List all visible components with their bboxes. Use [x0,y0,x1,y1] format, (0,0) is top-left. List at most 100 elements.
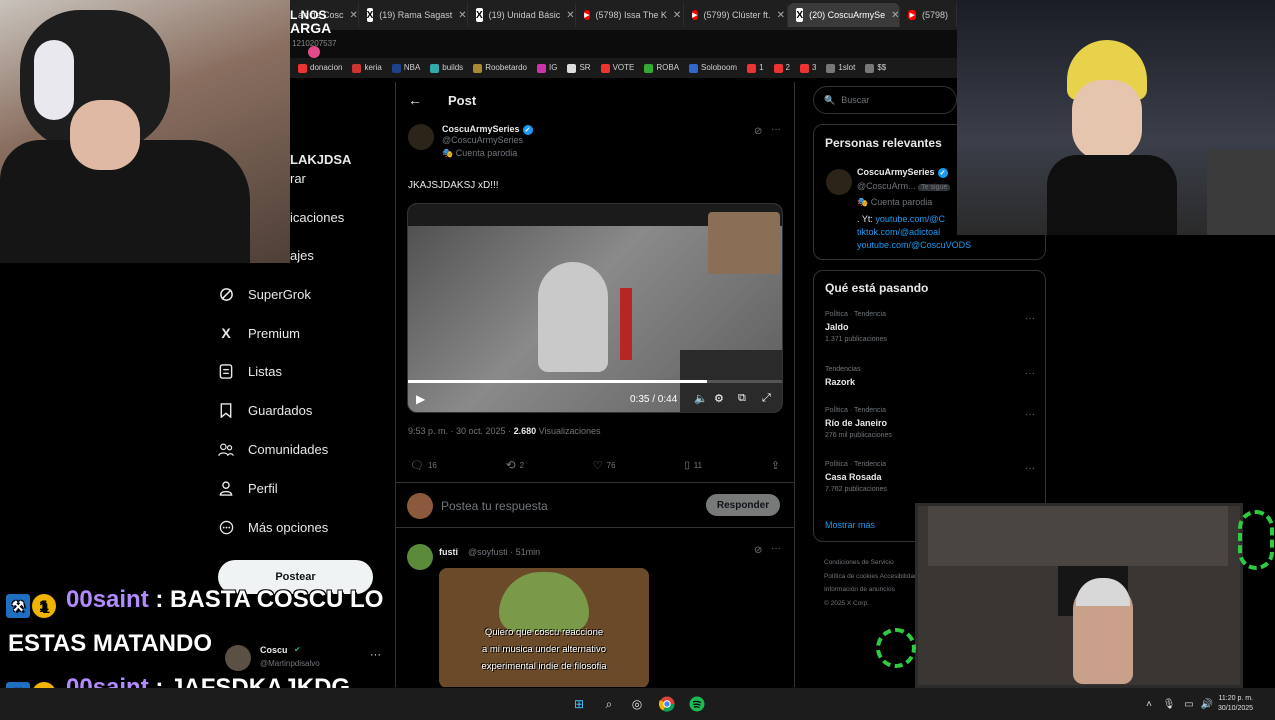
close-icon[interactable]: ✕ [673,10,681,21]
guest-webcam-right [957,0,1275,235]
author-handle[interactable]: @CoscuArmySeries [442,135,533,145]
windows-start-icon[interactable]: ⊞ [570,695,588,713]
grok-icon[interactable]: ⊘ [754,126,762,137]
avatar[interactable] [407,544,433,570]
bio-link[interactable]: tiktok.com/@adictoal [857,226,971,239]
post-timestamp[interactable]: 9:53 p. m. · 30 oct. 2025 · [408,426,511,436]
browser-tab[interactable]: ▶ (5798) [900,3,957,27]
more-icon[interactable]: ··· [1025,313,1035,324]
reply-input[interactable]: Postea tu respuesta [441,499,548,513]
author-handle[interactable]: @soyfusti · 51min [468,547,540,557]
spotify-icon[interactable] [688,695,706,713]
browser-tab[interactable]: ▶ (5799) Clúster ft. ✕ [684,3,789,27]
picture-in-picture-icon[interactable]: ⧉ [738,392,746,405]
nav-item-comunidades[interactable]: Comunidades [218,430,393,469]
footer-link[interactable]: Información de anuncios [824,583,924,597]
chevron-up-icon[interactable]: ˄ [1140,695,1158,713]
nav-item-mas-opciones[interactable]: Más opciones [218,508,393,547]
decorative-chip-icon [1238,510,1274,570]
bookmark-item[interactable]: 1 [747,63,764,73]
trend-item[interactable]: Tendencias Razork ··· [825,366,1045,387]
author-name[interactable]: fusti [439,547,458,557]
browser-tab[interactable]: ▶ (5798) Issa The K ✕ [576,3,685,27]
browser-tab[interactable]: X (19) Unidad Básic ✕ [468,3,577,27]
bookmark-item[interactable]: Soloboom [689,63,737,73]
footer-link[interactable]: Condiciones de Servicio [824,556,924,570]
bookmark-item[interactable]: Roobetardo [473,63,527,73]
bookmark-item[interactable]: 1slot [826,63,855,73]
bookmark-icon [826,63,836,73]
nav-partial-label[interactable]: ajes [290,248,314,263]
microphone-icon[interactable]: 🎙 [1160,695,1178,713]
bookmark-item[interactable]: donacion [298,63,342,73]
footer-link[interactable]: Accesibilidad [880,573,918,580]
show-more-link[interactable]: Mostrar más [825,520,875,530]
bookmark-item[interactable]: builds [430,63,463,73]
back-arrow-icon[interactable]: ← [408,92,422,108]
more-icon[interactable]: ··· [771,543,781,554]
bio-link[interactable]: youtube.com/@CoscuVODS [857,239,971,252]
fullscreen-icon[interactable]: ⤢ [762,392,771,405]
views-label: Visualizaciones [538,426,601,436]
trend-item[interactable]: Política · Tendencia Río de Janeiro 276 … [825,407,1045,439]
video-progress-track[interactable] [408,380,782,383]
chrome-icon[interactable] [658,695,676,713]
trend-item[interactable]: Política · Tendencia Casa Rosada 7.762 p… [825,461,1045,493]
close-icon[interactable]: ✕ [777,10,785,21]
author-name[interactable]: CoscuArmySeries [442,124,520,134]
post-meta: 9:53 p. m. · 30 oct. 2025 · 2.680 Visual… [408,426,601,436]
close-icon[interactable]: ✕ [566,10,574,21]
bookmark-item[interactable]: NBA [391,63,420,73]
relevant-handle-row: @CoscuArm... Te sigue [857,181,951,191]
bookmark-item[interactable]: VOTE [600,63,634,73]
nav-item-guardados[interactable]: Guardados [218,391,393,430]
nav-item-perfil[interactable]: Perfil [218,469,393,508]
avatar[interactable] [408,124,434,150]
nav-item-premium[interactable]: X Premium [218,314,393,353]
nav-item-listas[interactable]: Listas [218,353,393,392]
bookmark-item[interactable]: 2 [773,63,790,73]
volume-icon[interactable]: 🔊 [1198,695,1216,713]
reply-meme-image[interactable]: Quiero que coscu reaccione a mi musica u… [439,568,649,687]
trend-item[interactable]: Política · Tendencia Jaldo 1.371 publica… [825,311,1045,343]
copyright-text: © 2025 X Corp. [824,599,869,607]
reply-action[interactable]: 🗨 16 [410,458,437,472]
relevant-handle[interactable]: @CoscuArm... [857,181,916,191]
more-icon[interactable]: ··· [1025,463,1035,474]
reply-button[interactable]: Responder [706,494,780,516]
footer-link[interactable]: Política de cookies [824,573,878,580]
bookmark-item[interactable]: keria [352,63,382,73]
bookmark-item[interactable]: $$ [865,63,886,73]
post-video[interactable]: ▶ 0:35 / 0:44 🔈 ⚙ ⧉ ⤢ [407,203,783,413]
more-icon[interactable]: ··· [771,124,781,135]
bookmark-item[interactable]: IG [537,63,557,73]
more-icon[interactable]: ··· [1025,368,1035,379]
bookmark-item[interactable]: ROBA [644,63,679,73]
volume-icon[interactable]: 🔈 [694,392,708,405]
close-icon[interactable]: ✕ [458,10,466,21]
relevant-name[interactable]: CoscuArmySeries [857,167,935,177]
bookmark-item[interactable]: 3 [799,63,816,73]
like-action[interactable]: ♡ 76 [593,458,616,472]
bio-link[interactable]: youtube.com/@C [875,214,945,224]
close-icon[interactable]: ✕ [350,10,358,21]
nav-item-supergrok[interactable]: SuperGrok [218,275,393,314]
play-icon[interactable]: ▶ [416,392,425,406]
avatar[interactable] [826,169,852,195]
nav-partial-label[interactable]: icaciones [290,210,344,225]
browser-icon[interactable]: ◎ [628,695,646,713]
bookmark-item[interactable]: SR [567,63,591,73]
search-input[interactable]: 🔍 Buscar [813,86,957,114]
clock[interactable]: 11:20 p. m. 30/10/2025 [1218,694,1253,714]
more-icon[interactable]: ··· [1025,409,1035,420]
settings-gear-icon[interactable]: ⚙ [714,392,724,405]
share-action[interactable]: ⇪ [771,458,780,472]
close-icon[interactable]: ✕ [891,10,899,21]
browser-tab-active[interactable]: X (20) CoscuArmySe ✕ [788,3,901,27]
network-icon[interactable]: ▭ [1180,695,1198,713]
search-icon[interactable]: ⌕ [600,695,618,713]
grok-icon[interactable]: ⊘ [754,545,762,556]
bookmark-action[interactable]: ▯ 11 [684,458,702,472]
repost-action[interactable]: ⟲ 2 [506,458,525,472]
browser-tab[interactable]: X (19) Rama Sagast ✕ [359,3,468,27]
